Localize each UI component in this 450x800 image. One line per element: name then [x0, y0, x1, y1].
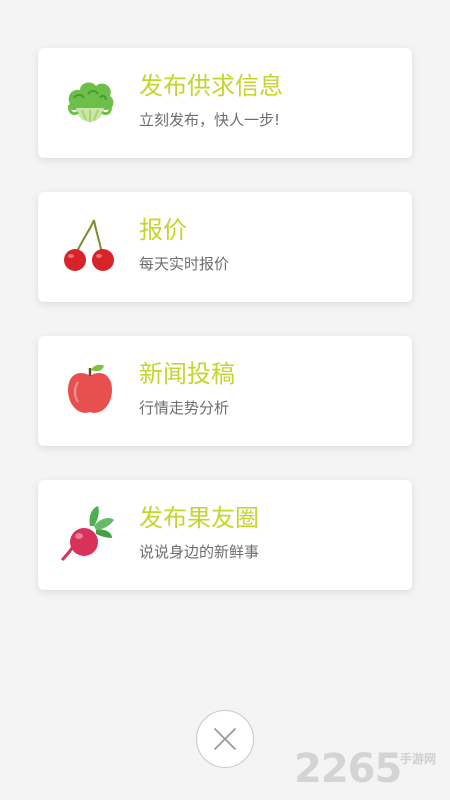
card-subtitle: 说说身边的新鲜事 [139, 543, 260, 561]
card-title: 新闻投稿 [139, 360, 235, 388]
watermark-logo: 2265 手游网 [294, 748, 444, 792]
lettuce-icon [60, 72, 120, 132]
card-title: 发布供求信息 [139, 72, 283, 100]
card-title: 发布果友圈 [139, 504, 259, 532]
radish-icon [60, 504, 120, 564]
close-button[interactable] [196, 710, 254, 768]
apple-icon [60, 360, 120, 420]
watermark-text: 手游网 [400, 752, 437, 766]
menu-card-quote[interactable]: 报价 每天实时报价 [38, 192, 412, 302]
watermark-number: 2265 [294, 746, 402, 792]
card-subtitle: 立刻发布，快人一步! [139, 111, 281, 129]
menu-card-publish-fruit-circle[interactable]: 发布果友圈 说说身边的新鲜事 [38, 480, 412, 590]
card-subtitle: 行情走势分析 [139, 399, 230, 417]
menu-card-news-submission[interactable]: 新闻投稿 行情走势分析 [38, 336, 412, 446]
cherry-icon [60, 216, 120, 276]
card-subtitle: 每天实时报价 [139, 255, 230, 273]
close-icon [214, 728, 236, 750]
menu-card-publish-supply-demand[interactable]: 发布供求信息 立刻发布，快人一步! [38, 48, 412, 158]
card-title: 报价 [139, 216, 187, 244]
